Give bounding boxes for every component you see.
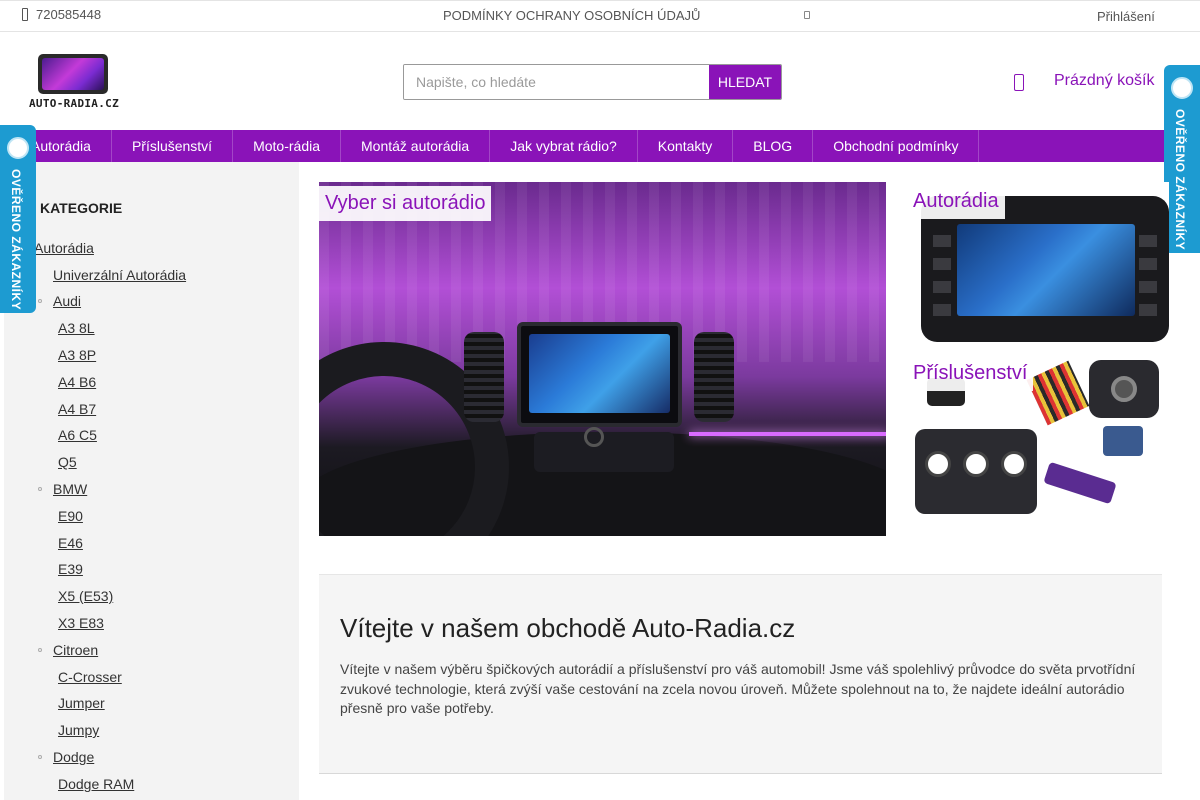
dash-camera-image: [1089, 360, 1159, 418]
category-item[interactable]: Audi: [38, 293, 82, 309]
phone-contact[interactable]: 720585448: [22, 7, 101, 22]
ambient-light-graphic: [689, 432, 886, 436]
verified-badge-text: OVĚŘENO ZÁKAZNÍKY: [9, 169, 23, 311]
category-item[interactable]: E46: [58, 535, 83, 551]
category-item[interactable]: E90: [58, 508, 83, 524]
nav-item-obchodni-podminky[interactable]: Obchodní podmínky: [813, 130, 980, 162]
bullet-icon: [38, 487, 42, 491]
air-vent-graphic: [464, 332, 504, 422]
site-logo[interactable]: AUTO-RADIA.CZ: [24, 52, 124, 110]
cart-label: Prázdný košík: [1054, 71, 1155, 89]
category-item[interactable]: A6 C5: [58, 427, 97, 443]
category-item[interactable]: X3 E83: [58, 615, 104, 631]
welcome-text: Vítejte v našem výběru špičkových autorá…: [340, 661, 1136, 716]
category-item[interactable]: X5 (E53): [58, 588, 113, 604]
nav-item-blog[interactable]: BLOG: [733, 130, 814, 162]
bullet-icon: [38, 648, 42, 652]
usb-stick-image: [1043, 461, 1117, 505]
main-navigation: Autorádia Příslušenství Moto-rádia Montá…: [0, 130, 1200, 162]
category-item[interactable]: Univerzální Autorádia: [53, 267, 186, 283]
air-vent-graphic: [694, 332, 734, 422]
category-item[interactable]: BMW: [38, 481, 88, 497]
hero-banner-label: Vyber si autorádio: [319, 186, 492, 221]
radio-console-graphic: [517, 322, 682, 427]
promo-autoradia-label: Autorádia: [907, 184, 1005, 219]
promo-prislusenstvi[interactable]: Příslušenství: [907, 354, 1169, 524]
category-item[interactable]: Jumper: [58, 695, 105, 711]
category-item[interactable]: Jumpy: [58, 722, 99, 738]
category-sidebar: KATEGORIE Autorádia Univerzální Autorádi…: [4, 162, 299, 800]
search-input[interactable]: [404, 65, 709, 99]
search-form: HLEDAT: [403, 64, 782, 100]
notification-icon[interactable]: [804, 11, 810, 19]
cart[interactable]: Prázdný košík: [1014, 70, 1154, 91]
category-item[interactable]: A4 B6: [58, 374, 96, 390]
category-item[interactable]: A4 B7: [58, 401, 96, 417]
privacy-policy-link[interactable]: PODMÍNKY OCHRANY OSOBNÍCH ÚDAJŮ: [443, 8, 700, 23]
category-label: Audi: [53, 293, 82, 309]
verified-badge-right[interactable]: OVĚŘENO ZÁKAZNÍKY: [1164, 65, 1200, 253]
verified-seal-icon: [1171, 77, 1193, 99]
promo-prislusenstvi-label: Příslušenství: [907, 356, 1034, 391]
climate-panel-graphic: [534, 432, 674, 472]
category-item[interactable]: E39: [58, 561, 83, 577]
category-item[interactable]: Dodge: [38, 749, 95, 765]
nav-item-prislusenstvi[interactable]: Příslušenství: [112, 130, 234, 162]
category-label: BMW: [53, 481, 88, 497]
category-item[interactable]: Citroen: [38, 642, 99, 658]
logo-graphic: [38, 54, 108, 94]
top-bar: 720585448 PODMÍNKY OCHRANY OSOBNÍCH ÚDAJ…: [0, 0, 1200, 32]
logo-text: AUTO-RADIA.CZ: [29, 97, 119, 110]
login-link[interactable]: Přihlášení: [1097, 9, 1155, 24]
nav-item-jak-vybrat[interactable]: Jak vybrat rádio?: [490, 130, 638, 162]
category-item[interactable]: C-Crosser: [58, 669, 122, 685]
cart-icon: [1014, 74, 1024, 91]
category-item[interactable]: A3 8P: [58, 347, 96, 363]
verified-badge-left[interactable]: OVĚŘENO ZÁKAZNÍKY: [0, 125, 36, 313]
category-label: Citroen: [53, 642, 99, 658]
bullet-icon: [38, 755, 42, 759]
bullet-icon: [38, 299, 42, 303]
nav-item-moto-radia[interactable]: Moto-rádia: [233, 130, 341, 162]
phone-number: 720585448: [36, 7, 102, 22]
wiring-harness-image: [1026, 360, 1090, 426]
hero-banner[interactable]: Vyber si autorádio: [319, 182, 886, 536]
nav-item-montaz[interactable]: Montáž autorádia: [341, 130, 491, 162]
category-item[interactable]: Q5: [58, 454, 77, 470]
category-item[interactable]: Dodge RAM: [58, 776, 134, 792]
verified-seal-icon: [7, 137, 29, 159]
verified-badge-text: OVĚŘENO ZÁKAZNÍKY: [1173, 109, 1187, 251]
mounting-frame-image: [915, 429, 1037, 514]
promo-autoradia[interactable]: Autorádia: [907, 182, 1169, 342]
welcome-section: Vítejte v našem obchodě Auto-Radia.cz Ví…: [319, 574, 1162, 774]
nav-item-kontakty[interactable]: Kontakty: [638, 130, 734, 162]
welcome-heading: Vítejte v našem obchodě Auto-Radia.cz: [340, 613, 796, 643]
search-button[interactable]: HLEDAT: [709, 65, 781, 99]
category-item[interactable]: Autorádia: [34, 240, 94, 256]
knob-graphic: [584, 427, 604, 447]
category-item[interactable]: A3 8L: [58, 320, 95, 336]
category-label: Dodge: [53, 749, 95, 765]
usb-dongle-image: [1103, 426, 1143, 456]
phone-icon: [22, 8, 28, 21]
sidebar-title: KATEGORIE: [40, 200, 123, 216]
